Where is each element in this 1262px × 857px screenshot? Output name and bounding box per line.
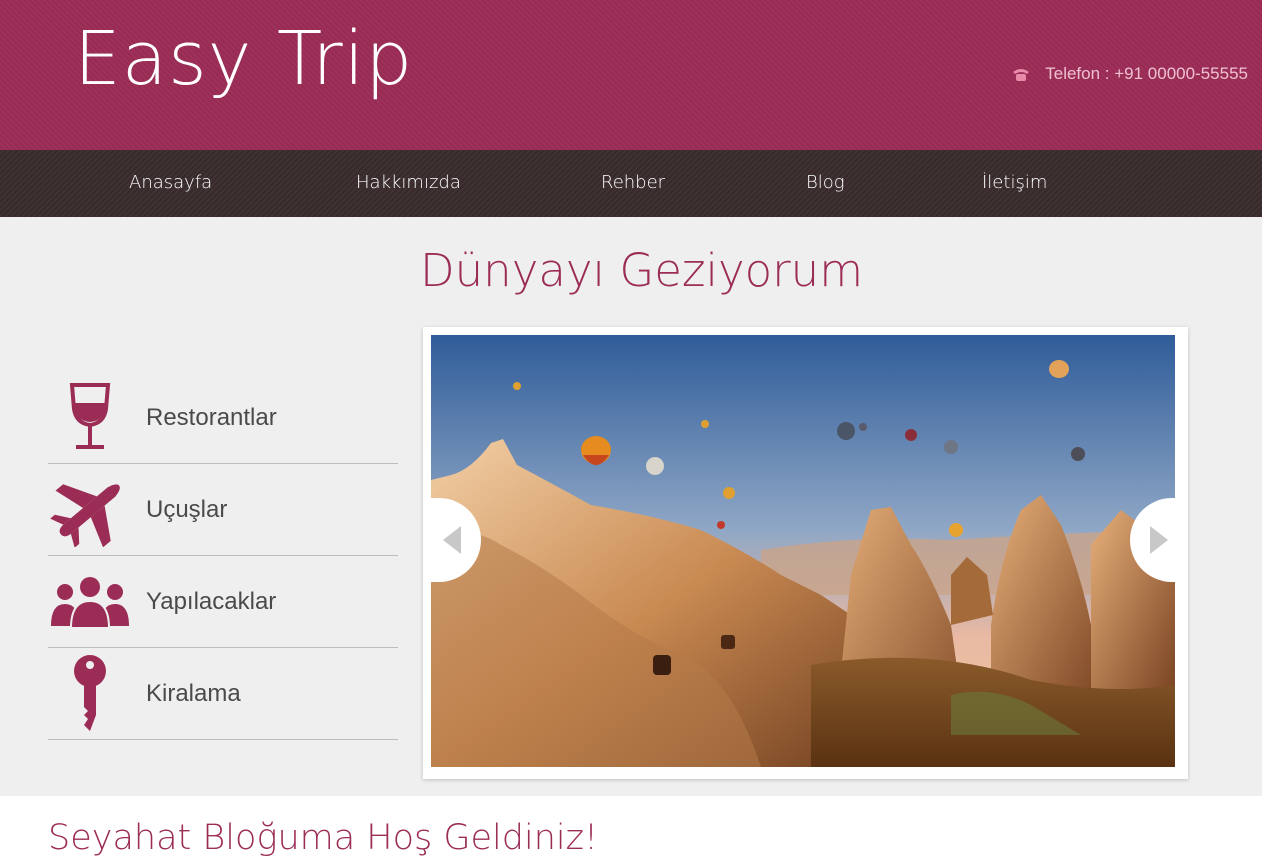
phone-contact: Telefon : +91 00000-55555: [1011, 64, 1248, 84]
nav-item-blog[interactable]: Blog: [806, 172, 845, 193]
phone-text: Telefon : +91 00000-55555: [1045, 64, 1248, 83]
chevron-left-icon: [443, 526, 461, 554]
sidebar-item-label: Yapılacaklar: [146, 587, 277, 615]
site-header: Easy Trip Telefon : +91 00000-55555: [0, 0, 1262, 150]
key-icon: [48, 654, 132, 734]
sidebar-item-label: Uçuşlar: [146, 495, 228, 523]
sidebar-item-restorantlar[interactable]: Restorantlar: [48, 372, 398, 464]
chevron-right-icon: [1150, 526, 1168, 554]
nav-item-iletisim[interactable]: İletişim: [982, 172, 1047, 193]
sidebar-item-yapilacaklar[interactable]: Yapılacaklar: [48, 556, 398, 648]
page-title: Dünyayı Geziyorum: [420, 244, 864, 297]
nav-item-hakkimizda[interactable]: Hakkımızda: [356, 172, 461, 193]
sidebar-item-label: Restorantlar: [146, 403, 277, 431]
nav-item-rehber[interactable]: Rehber: [601, 172, 665, 193]
welcome-heading: Seyahat Bloğuma Hoş Geldiniz!: [48, 818, 599, 857]
nav-item-anasayfa[interactable]: Anasayfa: [129, 172, 212, 193]
people-group-icon: [48, 562, 132, 642]
phone-icon: [1013, 69, 1030, 81]
site-logo[interactable]: Easy Trip: [74, 22, 413, 96]
category-sidebar: Restorantlar Uçuşlar Yapılacaklar Kirala…: [48, 372, 398, 740]
welcome-section: Seyahat Bloğuma Hoş Geldiniz!: [0, 796, 1262, 857]
image-slider: [423, 327, 1188, 779]
main-nav: Anasayfa Hakkımızda Rehber Blog İletişim: [0, 150, 1262, 217]
sidebar-item-kiralama[interactable]: Kiralama: [48, 648, 398, 740]
cappadocia-balloons-photo: [431, 335, 1175, 767]
sidebar-item-ucuslar[interactable]: Uçuşlar: [48, 464, 398, 556]
wine-glass-icon: [48, 378, 132, 458]
airplane-icon: [48, 470, 132, 550]
sidebar-item-label: Kiralama: [146, 679, 241, 707]
